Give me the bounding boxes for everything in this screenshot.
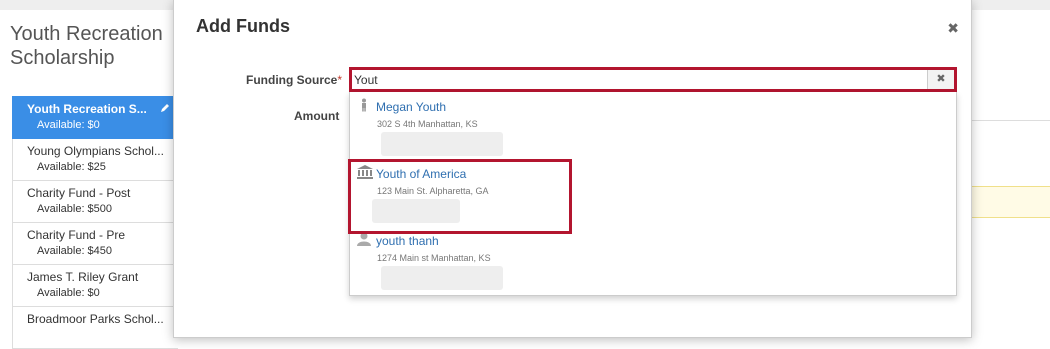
fund-name: Young Olympians Schol... <box>27 144 164 158</box>
redacted-text <box>381 266 503 290</box>
result-option[interactable]: Megan Youth 302 S 4th Manhattan, KS <box>350 92 950 156</box>
result-address: 1274 Main st Manhattan, KS <box>377 253 491 263</box>
fund-name: Charity Fund - Post <box>27 186 131 200</box>
fund-available: Available: $25 <box>37 161 106 173</box>
fund-name: Charity Fund - Pre <box>27 228 126 242</box>
fund-available: Available: $0 <box>37 287 100 299</box>
funding-source-field[interactable]: ✖ <box>349 67 957 92</box>
result-option[interactable]: youth thanh 1274 Main st Manhattan, KS <box>350 226 950 290</box>
result-name[interactable]: youth thanh <box>376 234 439 248</box>
add-funds-modal: Add Funds ✖ Funding Source* Amount ✖ Meg… <box>173 0 972 338</box>
fund-name: Broadmoor Parks Schol... <box>27 312 164 326</box>
required-marker: * <box>337 73 343 87</box>
result-name[interactable]: Megan Youth <box>376 100 446 114</box>
user-silhouette-icon <box>357 232 371 246</box>
fund-available: Available: $0 <box>37 119 100 131</box>
fund-name: Youth Recreation S... <box>27 102 147 116</box>
page-title: Youth Recreation Scholarship <box>10 23 163 69</box>
fund-item-young-olympians[interactable]: Young Olympians Schol... Available: $25 <box>12 139 178 181</box>
background-divider <box>972 120 1050 121</box>
background-notice <box>972 186 1050 218</box>
modal-title: Add Funds <box>196 16 290 36</box>
pencil-icon[interactable] <box>160 103 170 113</box>
fund-list: Youth Recreation S... Available: $0 Youn… <box>12 96 178 349</box>
fund-item-james-riley[interactable]: James T. Riley Grant Available: $0 <box>12 265 178 307</box>
fund-available: Available: $450 <box>37 245 113 257</box>
result-address: 302 S 4th Manhattan, KS <box>377 119 478 129</box>
fund-name: James T. Riley Grant <box>27 270 139 284</box>
fund-item-broadmoor[interactable]: Broadmoor Parks Schol... <box>12 307 178 349</box>
amount-label: Amount <box>294 109 340 123</box>
fund-item-charity-pre[interactable]: Charity Fund - Pre Available: $450 <box>12 223 178 265</box>
highlight-frame <box>348 159 572 234</box>
funding-source-label-text: Funding Source <box>246 73 338 87</box>
redacted-text <box>381 132 503 156</box>
funding-source-input[interactable] <box>352 70 928 89</box>
clear-icon[interactable]: ✖ <box>927 70 954 89</box>
close-icon[interactable]: ✖ <box>947 20 959 37</box>
fund-available: Available: $500 <box>37 203 113 215</box>
fund-item-youth-recreation[interactable]: Youth Recreation S... Available: $0 <box>12 96 178 139</box>
person-standing-icon <box>357 98 371 112</box>
fund-item-charity-post[interactable]: Charity Fund - Post Available: $500 <box>12 181 178 223</box>
funding-source-label: Funding Source* <box>246 73 342 87</box>
